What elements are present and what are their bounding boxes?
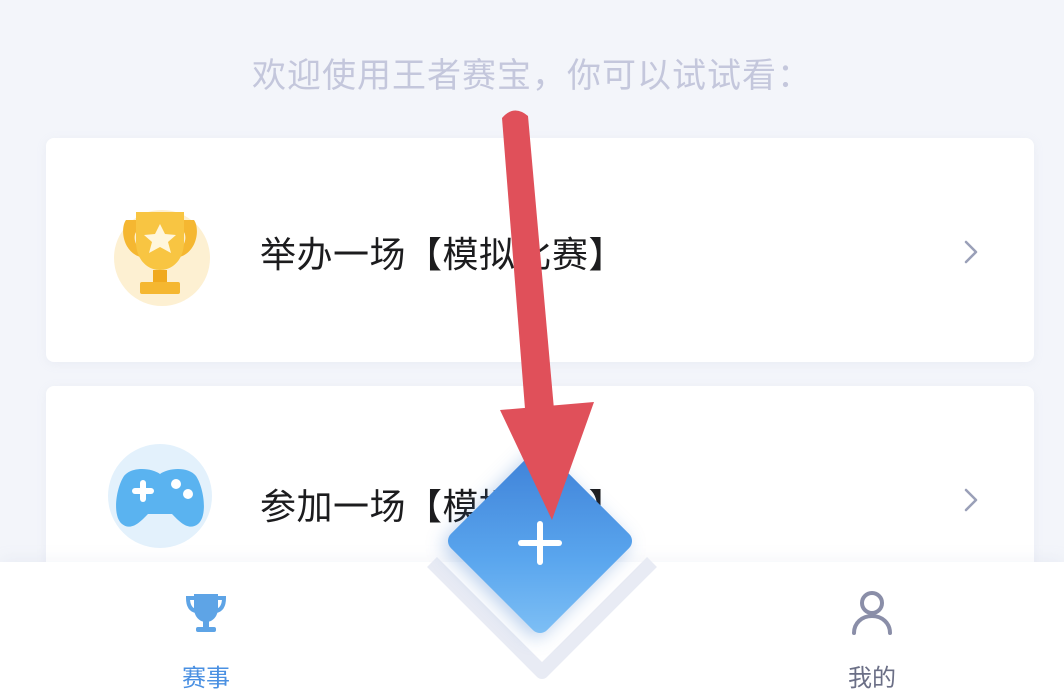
host-match-label: 举办一场【模拟比赛】 (260, 235, 626, 276)
welcome-text: 欢迎使用王者赛宝，你可以试试看： (252, 56, 812, 96)
trophy-outline-icon (185, 594, 227, 632)
chevron-right-icon (964, 240, 978, 264)
tab-events[interactable]: 赛事 (116, 562, 296, 700)
person-icon (852, 591, 892, 635)
gamepad-icon (108, 444, 212, 548)
tab-events-label: 赛事 (182, 664, 230, 692)
chevron-right-icon (964, 488, 978, 512)
host-match-card[interactable]: 举办一场【模拟比赛】 (46, 138, 1034, 362)
tab-mine-label: 我的 (848, 664, 896, 692)
trophy-icon (114, 210, 210, 306)
tab-mine[interactable]: 我的 (782, 562, 962, 700)
plus-icon (518, 521, 562, 565)
